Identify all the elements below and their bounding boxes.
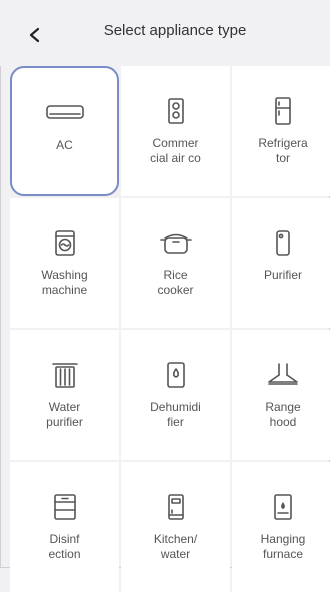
appliance-label: Disinf ection (48, 532, 81, 561)
range-hood-icon (263, 358, 303, 392)
appliance-tile-rice-cooker[interactable]: Rice cooker (121, 198, 230, 328)
purifier-icon (263, 226, 303, 260)
rice-cooker-icon (156, 226, 196, 260)
back-button[interactable] (20, 20, 50, 50)
water-purifier-icon (45, 358, 85, 392)
appliance-label: AC (56, 138, 73, 152)
dehumidifier-icon (156, 358, 196, 392)
appliance-tile-commercial-ac[interactable]: Commer cial air co (121, 66, 230, 196)
appliance-label: Washing machine (41, 268, 88, 297)
appliance-grid: AC Commer cial air co Refrigera tor Wash… (10, 66, 330, 592)
disinfection-cabinet-icon (45, 490, 85, 524)
appliance-tile-dehumidifier[interactable]: Dehumidi fier (121, 330, 230, 460)
appliance-tile-kitchen-water[interactable]: Kitchen/ water (121, 462, 230, 592)
appliance-tile-washing-machine[interactable]: Washing machine (10, 198, 119, 328)
appliance-tile-range-hood[interactable]: Range hood (232, 330, 330, 460)
top-bar: Select appliance type (0, 0, 330, 66)
appliance-tile-disinfection[interactable]: Disinf ection (10, 462, 119, 592)
commercial-ac-icon (156, 94, 196, 128)
appliance-tile-refrigerator[interactable]: Refrigera tor (232, 66, 330, 196)
appliance-tile-hanging-furnace[interactable]: Hanging furnace (232, 462, 330, 592)
chevron-left-icon (29, 27, 40, 43)
air-conditioner-icon (45, 96, 85, 130)
appliance-label: Range hood (265, 400, 301, 429)
appliance-label: Dehumidi fier (150, 400, 201, 429)
appliance-tile-water-purifier[interactable]: Water purifier (10, 330, 119, 460)
appliance-label: Refrigera tor (258, 136, 308, 165)
appliance-tile-purifier[interactable]: Purifier (232, 198, 330, 328)
appliance-label: Commer cial air co (150, 136, 201, 165)
appliance-tile-ac[interactable]: AC (10, 66, 119, 196)
appliance-label: Rice cooker (157, 268, 194, 297)
hanging-furnace-icon (263, 490, 303, 524)
kitchen-water-icon (156, 490, 196, 524)
page-title: Select appliance type (103, 22, 247, 39)
appliance-label: Purifier (263, 268, 302, 282)
appliance-label: Kitchen/ water (153, 532, 198, 561)
appliance-label: Water purifier (46, 400, 83, 429)
washing-machine-icon (45, 226, 85, 260)
appliance-label: Hanging furnace (260, 532, 306, 561)
refrigerator-icon (263, 94, 303, 128)
